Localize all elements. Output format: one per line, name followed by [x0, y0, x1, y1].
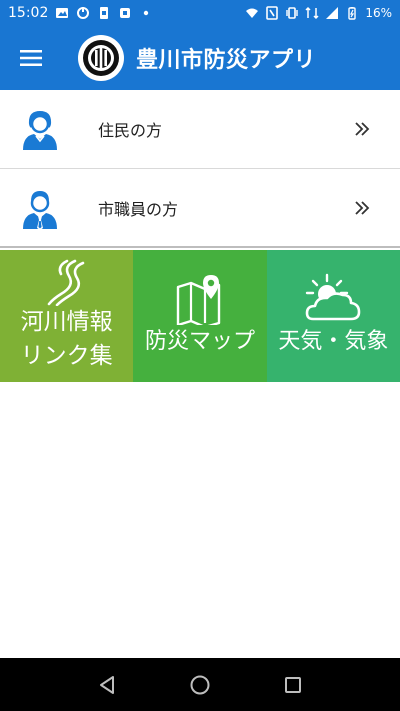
river-tile-line2: リンク集: [20, 343, 113, 369]
back-triangle-icon: [99, 675, 114, 694]
recents-square-icon: [285, 676, 302, 693]
list-item-label: 市職員の方: [98, 199, 179, 219]
resident-person-icon: [20, 107, 60, 151]
staff-person-icon: [20, 186, 60, 230]
hamburger-menu-icon: [20, 50, 42, 66]
data-signal-icon: [305, 6, 319, 20]
status-right: 16%: [245, 6, 392, 20]
cell-signal-icon: [325, 6, 339, 20]
home-circle-icon: [190, 675, 210, 694]
double-chevron-right-icon: [352, 119, 372, 139]
nav-back-button[interactable]: [95, 673, 119, 697]
app-title: 豊川市防災アプリ: [136, 48, 317, 73]
app-notification-icon: [118, 6, 132, 20]
system-nav-bar: [0, 658, 400, 711]
image-notification-icon: [55, 6, 69, 20]
nav-home-button[interactable]: [188, 673, 212, 697]
map-pin-icon: [175, 273, 225, 325]
feature-tiles: 河川情報 リンク集 防災マップ 天気・気象: [0, 250, 400, 382]
status-left: 15:02: [8, 5, 153, 21]
river-icon: [45, 258, 89, 306]
vibrate-icon: [285, 6, 299, 20]
battery-icon: [345, 6, 359, 20]
river-info-tile[interactable]: 河川情報 リンク集: [0, 250, 134, 382]
nfc-icon: [265, 6, 279, 20]
user-type-list: 住民の方 市職員の方: [0, 90, 400, 248]
list-item-resident[interactable]: 住民の方: [0, 90, 400, 169]
nav-recents-button[interactable]: [281, 673, 305, 697]
list-item-label: 住民の方: [98, 121, 163, 140]
status-bar: 15:02 16%: [0, 0, 400, 26]
hazard-map-tile[interactable]: 防災マップ: [133, 250, 267, 382]
menu-button[interactable]: [0, 26, 62, 90]
status-time: 15:02: [8, 5, 49, 21]
map-tile-label: 防災マップ: [144, 329, 255, 354]
weather-tile-label: 天気・気象: [278, 329, 389, 354]
city-emblem-logo: [78, 35, 124, 81]
battery-percent: 16%: [365, 6, 392, 20]
wifi-icon: [245, 6, 259, 20]
double-chevron-right-icon: [352, 198, 372, 218]
river-tile-line1: 河川情報: [20, 309, 113, 335]
sun-cloud-icon: [303, 273, 363, 325]
weather-tile[interactable]: 天気・気象: [266, 250, 400, 382]
sim-notification-icon: [97, 6, 111, 20]
recycle-notification-icon: [76, 6, 90, 20]
list-item-staff[interactable]: 市職員の方: [0, 169, 400, 248]
app-bar: 豊川市防災アプリ: [0, 26, 400, 90]
dot-notification-icon: [139, 6, 153, 20]
